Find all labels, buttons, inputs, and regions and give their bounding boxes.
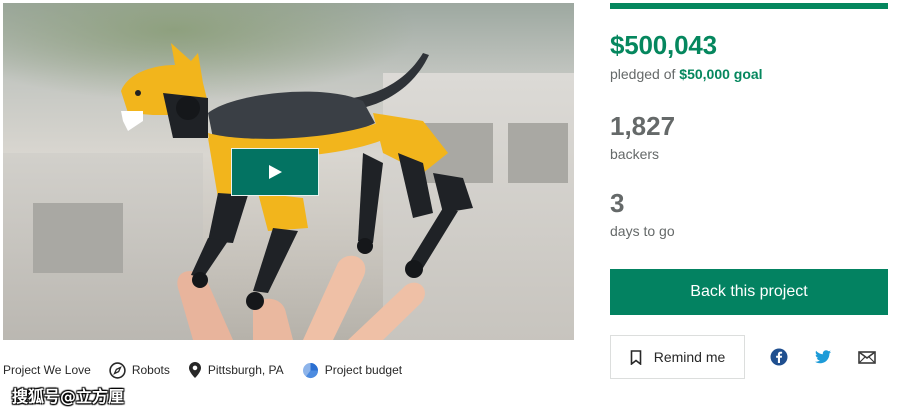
project-we-love-badge[interactable]: Project We Love [3, 363, 91, 377]
twitter-icon[interactable] [814, 348, 832, 366]
back-project-button[interactable]: Back this project [610, 269, 888, 315]
pledged-goal-line: pledged of $50,000 goal [610, 66, 763, 82]
pledged-prefix: pledged of [610, 66, 680, 82]
location-link[interactable]: Pittsburgh, PA [188, 361, 284, 379]
remind-me-label: Remind me [653, 349, 726, 365]
goal-amount: $50,000 goal [679, 66, 763, 82]
days-remaining-count: 3 [610, 188, 625, 218]
category-link[interactable]: Robots [109, 361, 170, 379]
facebook-icon[interactable] [770, 348, 788, 366]
budget-pie-icon [302, 362, 318, 378]
project-meta-row: Project We Love Robots Pittsburgh, PA Pr… [3, 358, 420, 382]
compass-icon [109, 361, 126, 379]
location-label: Pittsburgh, PA [207, 363, 284, 377]
pledged-amount: $500,043 [610, 30, 717, 60]
email-icon[interactable] [858, 348, 876, 366]
play-button[interactable] [231, 148, 319, 196]
funding-progress-bar [610, 3, 888, 9]
project-video[interactable] [3, 3, 574, 340]
remind-me-button[interactable]: Remind me [610, 335, 745, 379]
play-icon [269, 165, 282, 179]
backers-label: backers [610, 146, 660, 162]
category-label: Robots [131, 363, 170, 377]
funding-progress-fill [610, 3, 888, 9]
project-budget-label: Project budget [324, 363, 403, 377]
watermark: 搜狐号@立方厘 [12, 387, 125, 406]
days-remaining-label: days to go [610, 223, 675, 239]
bookmark-icon [630, 349, 642, 365]
project-budget-link[interactable]: Project budget [302, 362, 402, 379]
location-pin-icon [188, 362, 201, 378]
backers-count: 1,827 [610, 111, 676, 141]
